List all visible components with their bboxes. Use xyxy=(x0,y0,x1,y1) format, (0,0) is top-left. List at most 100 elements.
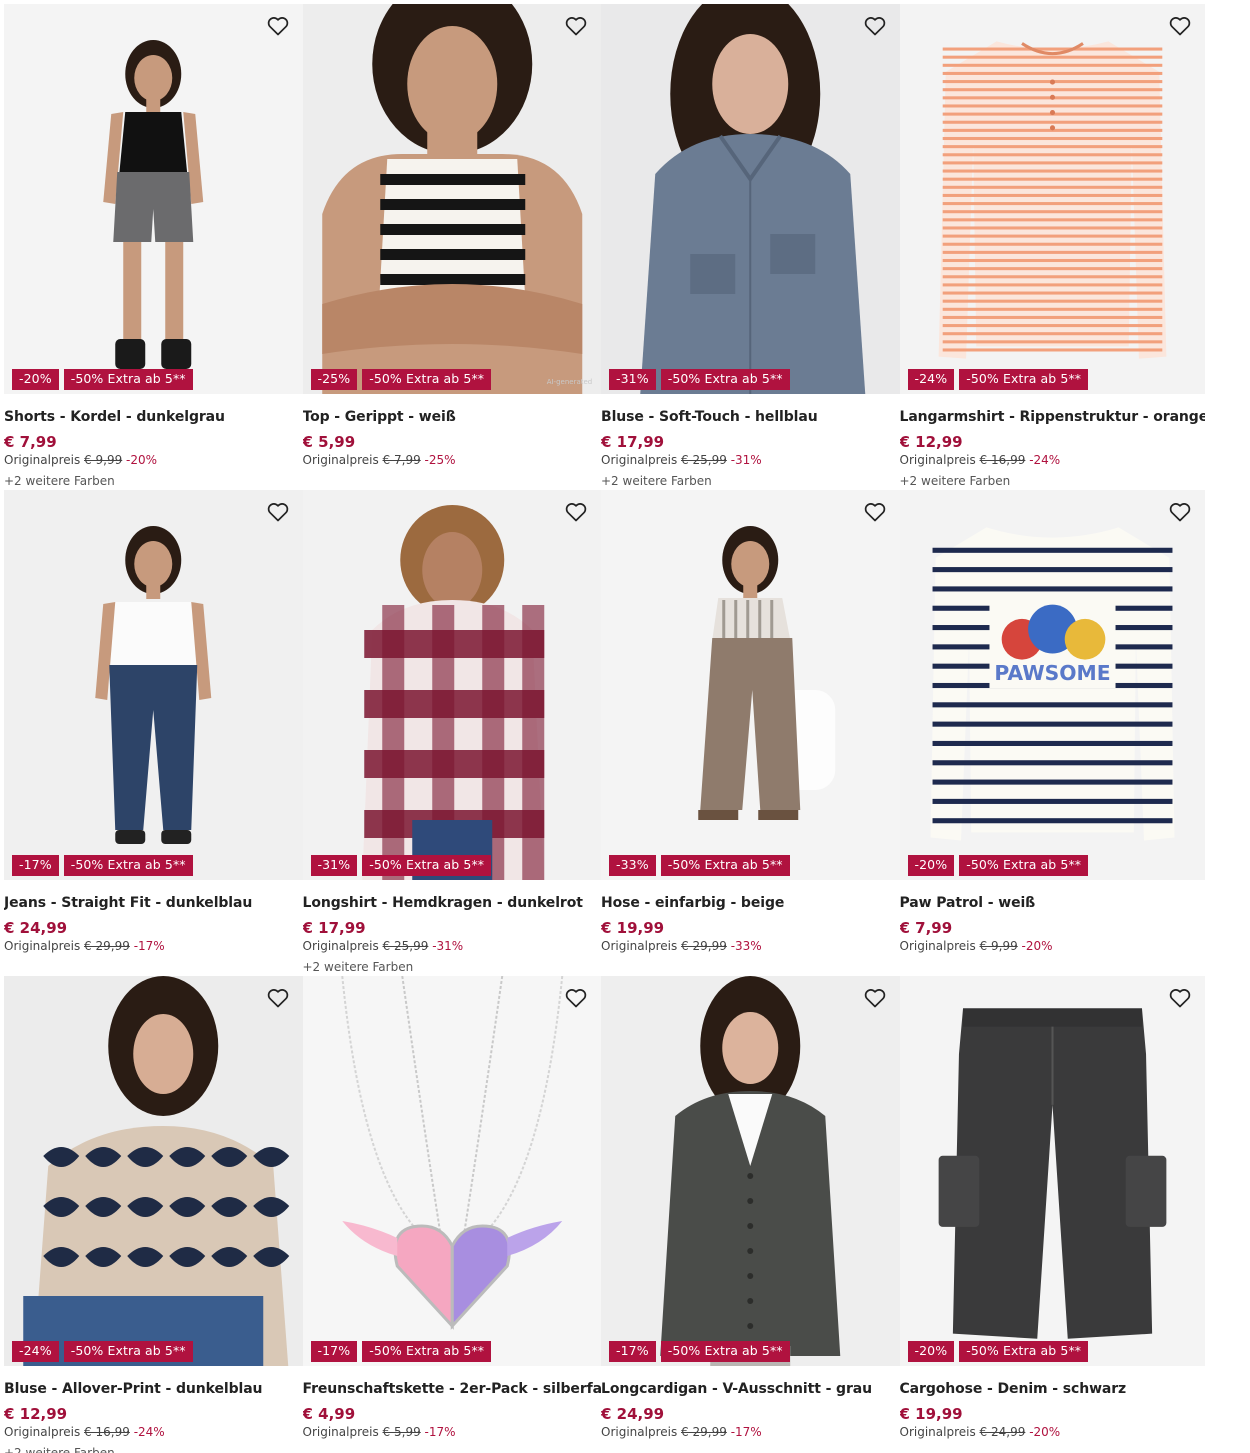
product-card[interactable]: -33% -50% Extra ab 5** Hose - einfarbig … xyxy=(601,490,900,976)
product-title[interactable]: Hose - einfarbig - beige xyxy=(601,895,900,912)
wishlist-heart-icon[interactable] xyxy=(265,985,291,1011)
product-illustration xyxy=(601,976,900,1366)
product-title[interactable]: Freunschaftskette - 2er-Pack - silberfar… xyxy=(303,1381,602,1398)
product-price: € 19,99 xyxy=(899,1405,963,1423)
discount-badge: -17% xyxy=(310,1341,358,1362)
wishlist-heart-icon[interactable] xyxy=(862,985,888,1011)
extra-offer-badge: -50% Extra ab 5** xyxy=(660,855,790,876)
product-card[interactable]: -24% -50% Extra ab 5** Bluse - Allover-P… xyxy=(4,976,303,1453)
original-price: € 29,99 xyxy=(681,939,727,953)
product-illustration xyxy=(302,976,601,1366)
discount-badge: -20% xyxy=(907,855,955,876)
product-card[interactable]: -20% -50% Extra ab 5** Cargohose - Denim… xyxy=(899,976,1205,1453)
product-title[interactable]: Langarmshirt - Rippenstruktur - orange xyxy=(900,409,1205,426)
product-image[interactable]: -24% -50% Extra ab 5** xyxy=(899,4,1205,394)
original-price-label: Originalpreis xyxy=(4,453,81,467)
product-card[interactable]: -20% -50% Extra ab 5** Shorts - Kordel -… xyxy=(4,4,303,490)
original-price-line: Originalpreis € 16,99 -24% xyxy=(4,1424,303,1440)
product-image[interactable]: -20% -50% Extra ab 5** xyxy=(4,4,303,394)
product-price: € 12,99 xyxy=(899,433,963,451)
discount-percent: -17% xyxy=(424,1425,456,1439)
discount-percent: -20% xyxy=(1021,939,1053,953)
badge-group: -17% -50% Extra ab 5** xyxy=(609,1341,790,1362)
original-price: € 7,99 xyxy=(382,453,421,467)
product-card[interactable]: -31% -50% Extra ab 5** Bluse - Soft-Touc… xyxy=(601,4,900,490)
wishlist-heart-icon[interactable] xyxy=(862,499,888,525)
product-title[interactable]: Jeans - Straight Fit - dunkelblau xyxy=(4,895,303,912)
extra-offer-badge: -50% Extra ab 5** xyxy=(63,369,193,390)
discount-percent: -17% xyxy=(730,1425,762,1439)
wishlist-heart-icon[interactable] xyxy=(862,13,888,39)
product-title[interactable]: Shorts - Kordel - dunkelgrau xyxy=(4,409,303,426)
product-image[interactable]: AI-generated -25% -50% Extra ab 5** xyxy=(302,4,601,394)
original-price-line: Originalpreis € 7,99 -25% xyxy=(303,452,602,468)
more-colors-link[interactable]: +2 weitere Farben xyxy=(4,474,303,489)
more-colors-link[interactable]: +2 weitere Farben xyxy=(303,960,602,975)
product-info: Bluse - Allover-Print - dunkelblau € 12,… xyxy=(4,1366,303,1453)
badge-group: -33% -50% Extra ab 5** xyxy=(609,855,790,876)
badge-group: -17% -50% Extra ab 5** xyxy=(310,1341,492,1362)
original-price: € 9,99 xyxy=(84,453,123,467)
wishlist-heart-icon[interactable] xyxy=(1167,985,1193,1011)
product-price: € 5,99 xyxy=(302,433,356,451)
product-title[interactable]: Paw Patrol - weiß xyxy=(900,895,1205,912)
original-price-line: Originalpreis € 25,99 -31% xyxy=(303,938,602,954)
more-colors-link[interactable]: +2 weitere Farben xyxy=(601,474,900,489)
product-card[interactable]: -17% -50% Extra ab 5** Longcardigan - V-… xyxy=(601,976,900,1453)
product-info: Shorts - Kordel - dunkelgrau € 7,99 Orig… xyxy=(4,394,303,489)
product-info: Langarmshirt - Rippenstruktur - orange €… xyxy=(900,394,1205,489)
product-card[interactable]: PAWSOME -20% -50% Extra ab 5** Paw Patro… xyxy=(899,490,1205,976)
product-info: Freunschaftskette - 2er-Pack - silberfar… xyxy=(303,1366,602,1440)
product-title[interactable]: Top - Gerippt - weiß xyxy=(303,409,602,426)
product-image[interactable]: -31% -50% Extra ab 5** xyxy=(601,4,900,394)
product-image[interactable]: -17% -50% Extra ab 5** xyxy=(601,976,900,1366)
discount-percent: -25% xyxy=(424,453,456,467)
discount-percent: -24% xyxy=(133,1425,165,1439)
original-price: € 25,99 xyxy=(382,939,429,953)
product-image[interactable]: -33% -50% Extra ab 5** xyxy=(601,490,900,880)
product-title[interactable]: Cargohose - Denim - schwarz xyxy=(900,1381,1205,1398)
wishlist-heart-icon[interactable] xyxy=(563,985,589,1011)
product-image[interactable]: -20% -50% Extra ab 5** xyxy=(899,976,1205,1366)
product-card[interactable]: AI-generated -25% -50% Extra ab 5** Top … xyxy=(302,4,602,490)
original-price-line: Originalpreis € 29,99 -17% xyxy=(4,938,303,954)
product-info: Bluse - Soft-Touch - hellblau € 17,99 Or… xyxy=(601,394,900,489)
more-colors-link[interactable]: +2 weitere Farben xyxy=(900,474,1205,489)
discount-percent: -20% xyxy=(1029,1425,1061,1439)
badge-group: -25% -50% Extra ab 5** xyxy=(310,369,492,390)
original-price: € 25,99 xyxy=(681,453,727,467)
wishlist-heart-icon[interactable] xyxy=(563,499,589,525)
product-card[interactable]: -17% -50% Extra ab 5** Jeans - Straight … xyxy=(4,490,303,976)
product-price: € 7,99 xyxy=(4,433,57,451)
badge-group: -31% -50% Extra ab 5** xyxy=(609,369,790,390)
original-price-label: Originalpreis xyxy=(601,453,678,467)
product-card[interactable]: -17% -50% Extra ab 5** Freunschaftskette… xyxy=(302,976,602,1453)
badge-group: -31% -50% Extra ab 5** xyxy=(310,855,492,876)
product-card[interactable]: -24% -50% Extra ab 5** Langarmshirt - Ri… xyxy=(899,4,1205,490)
more-colors-link[interactable]: +2 weitere Farben xyxy=(4,1446,303,1453)
product-title[interactable]: Bluse - Soft-Touch - hellblau xyxy=(601,409,900,426)
product-info: Longshirt - Hemdkragen - dunkelrot € 17,… xyxy=(303,880,602,975)
product-image[interactable]: PAWSOME -20% -50% Extra ab 5** xyxy=(899,490,1205,880)
product-title[interactable]: Bluse - Allover-Print - dunkelblau xyxy=(4,1381,303,1398)
wishlist-heart-icon[interactable] xyxy=(265,499,291,525)
product-image[interactable]: -24% -50% Extra ab 5** xyxy=(4,976,303,1366)
original-price-label: Originalpreis xyxy=(4,1425,81,1439)
product-image[interactable]: -17% -50% Extra ab 5** xyxy=(302,976,601,1366)
wishlist-heart-icon[interactable] xyxy=(265,13,291,39)
product-illustration xyxy=(899,976,1205,1366)
product-title[interactable]: Longcardigan - V-Ausschnitt - grau xyxy=(601,1381,900,1398)
wishlist-heart-icon[interactable] xyxy=(1167,13,1193,39)
wishlist-heart-icon[interactable] xyxy=(1167,499,1193,525)
product-card[interactable]: -31% -50% Extra ab 5** Longshirt - Hemdk… xyxy=(302,490,602,976)
product-illustration xyxy=(601,4,900,394)
product-price: € 4,99 xyxy=(302,1405,356,1423)
product-title[interactable]: Longshirt - Hemdkragen - dunkelrot xyxy=(303,895,602,912)
product-image[interactable]: -31% -50% Extra ab 5** xyxy=(302,490,601,880)
product-price: € 19,99 xyxy=(601,919,665,937)
original-price: € 29,99 xyxy=(84,939,130,953)
discount-badge: -24% xyxy=(12,1341,59,1362)
wishlist-heart-icon[interactable] xyxy=(563,13,589,39)
discount-percent: -20% xyxy=(126,453,158,467)
product-image[interactable]: -17% -50% Extra ab 5** xyxy=(4,490,303,880)
